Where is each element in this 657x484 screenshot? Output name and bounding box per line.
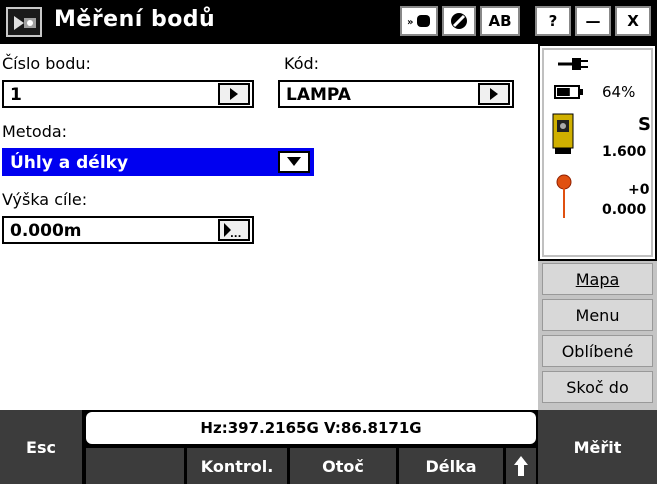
input-mode-button[interactable]: AB [480,6,520,36]
arrow-right-icon [490,88,498,100]
bottom-bar: Esc Hz:397.2165G V:86.8171G Kontrol. Oto… [0,410,657,484]
target-height-field[interactable]: 0.000m ... [2,216,254,244]
code-field[interactable]: LAMPA [278,80,514,108]
title-bar: Měření bodů » AB ? — X [0,0,657,44]
target-height-label: Výška cíle: [2,190,88,209]
method-dropdown[interactable]: Úhly a délky [2,148,314,176]
measure-button[interactable]: Měřit [538,410,657,484]
flip-softkey[interactable]: Otoč [290,448,396,484]
point-number-field[interactable]: 1 [2,80,254,108]
point-number-label: Číslo bodu: [2,54,91,73]
svg-text:...: ... [230,229,241,238]
check-softkey[interactable]: Kontrol. [187,448,287,484]
esc-button[interactable]: Esc [0,410,82,484]
side-navigation: Mapa Menu Oblíbené Skoč do [538,261,657,410]
map-button-label: Mapa [575,269,620,289]
jump-to-button-label: Skoč do [566,377,629,397]
menu-button[interactable]: Menu [542,299,653,331]
instrument-face-indicator: S [638,114,651,135]
wireless-icon[interactable]: » [400,6,438,36]
window-title: Měření bodů [54,7,216,32]
jump-to-button[interactable]: Skoč do [542,371,653,403]
instrument-status-panel[interactable]: 64% S 1.600 +0 0.000 [538,44,657,261]
no-entry-icon[interactable] [442,6,476,36]
method-dropdown-arrow-button[interactable] [278,151,310,173]
form-panel: Číslo bodu: 1 Kód: LAMPA Metoda: Úhly a … [0,44,538,410]
prism-constant-value: +0 [628,182,650,198]
arrow-up-icon [514,456,528,476]
target-height-status-value: 0.000 [602,202,647,218]
battery-icon [554,85,583,99]
map-button[interactable]: Mapa [542,263,653,295]
arrow-right-icon [230,88,238,100]
code-label: Kód: [284,54,320,73]
app-logo-icon[interactable] [6,7,42,37]
menu-button-label: Menu [575,305,620,325]
target-height-value: 0.000m [10,221,82,241]
point-number-value: 1 [10,85,22,105]
instrument-height-value: 1.600 [602,144,647,160]
code-arrow-button[interactable] [478,83,510,105]
chevron-down-icon [287,157,301,166]
point-number-arrow-button[interactable] [218,83,250,105]
softkey-empty [86,448,184,484]
help-button[interactable]: ? [535,6,571,36]
favorites-button-label: Oblíbené [561,341,634,361]
method-value: Úhly a délky [10,153,129,173]
method-label: Metoda: [2,122,68,141]
power-plug-icon [558,58,588,70]
distance-softkey[interactable]: Délka [399,448,503,484]
battery-percent: 64% [602,83,636,101]
target-pin-icon [556,174,572,218]
arrow-menu-icon: ... [224,223,241,238]
total-station-icon [552,113,574,154]
svg-text:»: » [407,17,413,28]
target-height-menu-button[interactable]: ... [218,219,250,241]
minimize-button[interactable]: — [575,6,611,36]
favorites-button[interactable]: Oblíbené [542,335,653,367]
code-value: LAMPA [286,85,351,105]
angle-readout: Hz:397.2165G V:86.8171G [86,412,536,444]
close-button[interactable]: X [615,6,651,36]
shift-up-button[interactable] [506,448,536,484]
